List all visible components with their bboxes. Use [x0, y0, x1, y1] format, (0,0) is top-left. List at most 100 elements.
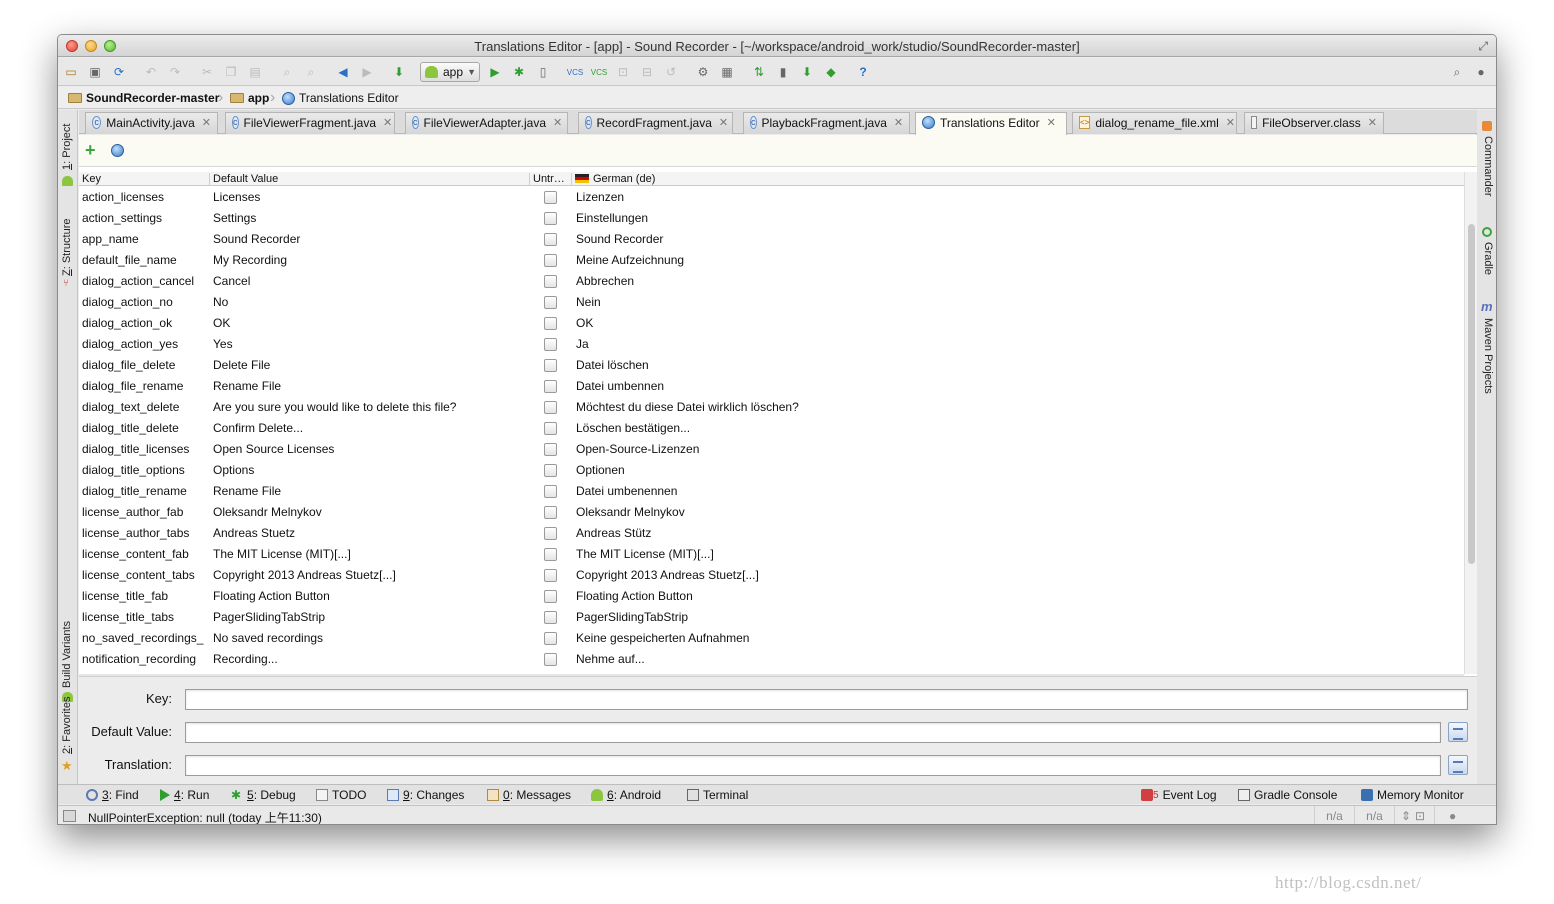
- table-row[interactable]: no_saved_recordings_ No saved recordings K…: [79, 628, 1464, 649]
- tool-windows-toggle[interactable]: [63, 810, 76, 822]
- sync-icon[interactable]: ⟳: [110, 63, 128, 81]
- default-value-cell[interactable]: Open Source Licenses: [213, 439, 529, 460]
- translation-input[interactable]: [185, 755, 1441, 776]
- event-log-tool-button[interactable]: 5 Event Log: [1141, 788, 1217, 802]
- untranslatable-checkbox[interactable]: [544, 380, 557, 393]
- table-row[interactable]: license_title_tabs PagerSlidingTabStrip Pa…: [79, 607, 1464, 628]
- untranslatable-checkbox[interactable]: [544, 632, 557, 645]
- status-message[interactable]: NullPointerException: null (today 上午11:3…: [88, 809, 322, 824]
- column-header-german[interactable]: German (de): [571, 173, 1464, 185]
- table-row[interactable]: dialog_action_no No Nein: [79, 292, 1464, 313]
- close-icon[interactable]: ✕: [1226, 116, 1235, 134]
- default-value-cell[interactable]: My Recording: [213, 250, 529, 271]
- key-cell[interactable]: dialog_title_options: [82, 460, 209, 481]
- fullscreen-icon[interactable]: ⤢: [1478, 39, 1488, 54]
- status-cell-encoding[interactable]: n/a: [1354, 806, 1394, 824]
- tab-dialog-rename-file-xml[interactable]: <> dialog_rename_file.xml ✕: [1072, 112, 1237, 134]
- german-translation-cell[interactable]: Andreas Stütz: [576, 523, 1456, 544]
- project-structure-icon[interactable]: ▦: [718, 63, 736, 81]
- vcs-update-icon[interactable]: VCS: [566, 63, 584, 81]
- default-value-cell[interactable]: Delete File: [213, 355, 529, 376]
- german-translation-cell[interactable]: Nehme auf...: [576, 649, 1456, 670]
- edit-default-value-button[interactable]: [1448, 722, 1468, 742]
- android-monitor-icon[interactable]: ◆: [822, 63, 840, 81]
- table-row[interactable]: action_settings Settings Einstellungen: [79, 208, 1464, 229]
- tab-record-fragment[interactable]: c RecordFragment.java ✕: [578, 112, 733, 134]
- german-translation-cell[interactable]: Datei umbennen: [576, 376, 1456, 397]
- close-icon[interactable]: ✕: [894, 116, 903, 134]
- table-row[interactable]: dialog_file_rename Rename File Datei umben…: [79, 376, 1464, 397]
- tab-file-observer-class[interactable]: FileObserver.class ✕: [1244, 112, 1384, 134]
- default-value-cell[interactable]: Licenses: [213, 187, 529, 208]
- breadcrumb-module[interactable]: app: [230, 91, 269, 105]
- key-cell[interactable]: dialog_text_delete: [82, 397, 209, 418]
- back-icon[interactable]: ◀: [334, 63, 352, 81]
- edit-translation-button[interactable]: [1448, 755, 1468, 775]
- replace-icon[interactable]: ⌕: [302, 63, 320, 81]
- cut-icon[interactable]: ✂: [198, 63, 216, 81]
- untranslatable-checkbox[interactable]: [544, 569, 557, 582]
- add-locale-globe-icon[interactable]: [111, 144, 124, 157]
- status-cell-position[interactable]: n/a: [1314, 806, 1354, 824]
- key-cell[interactable]: dialog_action_cancel: [82, 271, 209, 292]
- german-translation-cell[interactable]: PagerSlidingTabStrip: [576, 607, 1456, 628]
- find-icon[interactable]: ⌕: [278, 63, 296, 81]
- german-translation-cell[interactable]: Ja: [576, 334, 1456, 355]
- tab-playback-fragment[interactable]: c PlaybackFragment.java ✕: [743, 112, 910, 134]
- table-row[interactable]: app_name Sound Recorder Sound Recorder: [79, 229, 1464, 250]
- default-value-cell[interactable]: Rename File: [213, 481, 529, 502]
- untranslatable-checkbox[interactable]: [544, 254, 557, 267]
- tab-translations-editor[interactable]: Translations Editor ✕: [915, 112, 1067, 135]
- default-value-cell[interactable]: Options: [213, 460, 529, 481]
- table-row[interactable]: license_author_fab Oleksandr Melnykov Olek…: [79, 502, 1464, 523]
- key-cell[interactable]: license_title_tabs: [82, 607, 209, 628]
- german-translation-cell[interactable]: Nein: [576, 292, 1456, 313]
- untranslatable-checkbox[interactable]: [544, 527, 557, 540]
- untranslatable-checkbox[interactable]: [544, 506, 557, 519]
- default-value-cell[interactable]: Rename File: [213, 376, 529, 397]
- memory-monitor-tool-button[interactable]: Memory Monitor: [1361, 788, 1464, 802]
- default-value-cell[interactable]: Oleksandr Melnykov: [213, 502, 529, 523]
- table-row[interactable]: dialog_title_licenses Open Source License…: [79, 439, 1464, 460]
- german-translation-cell[interactable]: Einstellungen: [576, 208, 1456, 229]
- vertical-scrollbar[interactable]: [1464, 172, 1477, 674]
- default-value-cell[interactable]: No: [213, 292, 529, 313]
- german-translation-cell[interactable]: Open-Source-Lizenzen: [576, 439, 1456, 460]
- key-cell[interactable]: dialog_file_delete: [82, 355, 209, 376]
- table-row[interactable]: dialog_text_delete Are you sure you would…: [79, 397, 1464, 418]
- untranslatable-checkbox[interactable]: [544, 275, 557, 288]
- untranslatable-checkbox[interactable]: [544, 317, 557, 330]
- key-cell[interactable]: license_title_fab: [82, 586, 209, 607]
- key-cell[interactable]: no_saved_recordings_: [82, 628, 209, 649]
- default-value-cell[interactable]: Are you sure you would like to delete th…: [213, 397, 529, 418]
- default-value-cell[interactable]: OK: [213, 313, 529, 334]
- add-key-icon[interactable]: +: [85, 141, 96, 159]
- lock-icon[interactable]: ⊡: [1415, 806, 1425, 824]
- settings-icon[interactable]: ⚙: [694, 63, 712, 81]
- help-icon[interactable]: ?: [854, 63, 872, 81]
- attach-debugger-icon[interactable]: ▯: [534, 63, 552, 81]
- close-icon[interactable]: ✕: [383, 116, 392, 134]
- untranslatable-checkbox[interactable]: [544, 359, 557, 372]
- scrollbar-thumb[interactable]: [1468, 224, 1475, 564]
- redo-icon[interactable]: ↷: [166, 63, 184, 81]
- german-translation-cell[interactable]: Oleksandr Melnykov: [576, 502, 1456, 523]
- table-row[interactable]: dialog_action_yes Yes Ja: [79, 334, 1464, 355]
- untranslatable-checkbox[interactable]: [544, 296, 557, 309]
- table-row[interactable]: license_content_fab The MIT License (MIT)…: [79, 544, 1464, 565]
- column-header-untranslatable[interactable]: Untr…: [529, 173, 571, 185]
- german-translation-cell[interactable]: OK: [576, 313, 1456, 334]
- gradle-tool-tab[interactable]: Gradle: [1482, 242, 1494, 275]
- vcs-lock-icon[interactable]: ⊡: [614, 63, 632, 81]
- german-translation-cell[interactable]: Keine gespeicherten Aufnahmen: [576, 628, 1456, 649]
- inspector-icon[interactable]: ●: [1449, 806, 1456, 824]
- vcs-revert-icon[interactable]: ↺: [662, 63, 680, 81]
- maven-projects-tool-tab[interactable]: Maven Projects: [1482, 318, 1494, 394]
- run-icon[interactable]: ▶: [486, 63, 504, 81]
- paste-icon[interactable]: ▤: [246, 63, 264, 81]
- save-all-icon[interactable]: ▣: [86, 63, 104, 81]
- key-cell[interactable]: app_name: [82, 229, 209, 250]
- close-icon[interactable]: ✕: [553, 116, 562, 134]
- table-row[interactable]: notification_recording Recording... Nehme …: [79, 649, 1464, 670]
- untranslatable-checkbox[interactable]: [544, 653, 557, 666]
